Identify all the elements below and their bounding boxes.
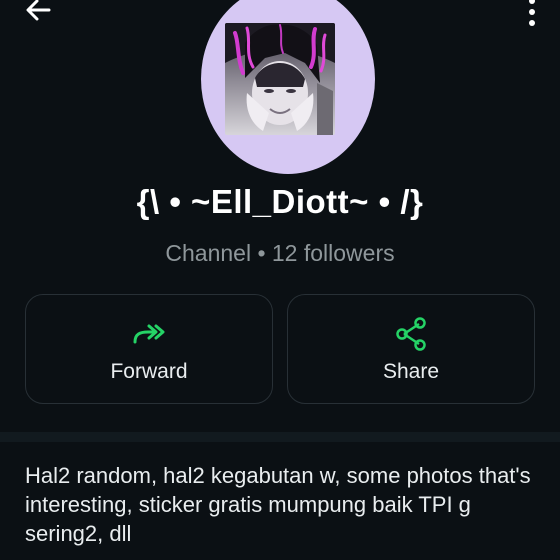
- arrow-left-icon: [24, 0, 52, 29]
- share-button[interactable]: Share: [287, 294, 535, 404]
- back-button[interactable]: [18, 0, 58, 30]
- more-options-button[interactable]: [522, 0, 542, 30]
- more-vertical-icon: [529, 0, 535, 4]
- forward-button[interactable]: Forward: [25, 294, 273, 404]
- channel-info-screen: {\ • ~Ell_Diott~ • /} Channel • 12 follo…: [0, 0, 560, 560]
- share-label: Share: [382, 360, 440, 383]
- forward-label: Forward: [110, 360, 188, 383]
- more-vertical-icon-dot: [529, 9, 535, 15]
- channel-name: {\ • ~Ell_Diott~ • /}: [136, 183, 424, 220]
- forward-icon: [132, 317, 166, 351]
- channel-subtitle: Channel • 12 followers: [165, 240, 395, 266]
- section-divider: [0, 432, 560, 442]
- more-vertical-icon-dot: [529, 20, 535, 26]
- share-icon: [394, 317, 428, 351]
- avatar-image: [225, 23, 335, 135]
- channel-description: Hal2 random, hal2 kegabutan w, some phot…: [25, 463, 531, 546]
- channel-avatar[interactable]: [201, 0, 375, 174]
